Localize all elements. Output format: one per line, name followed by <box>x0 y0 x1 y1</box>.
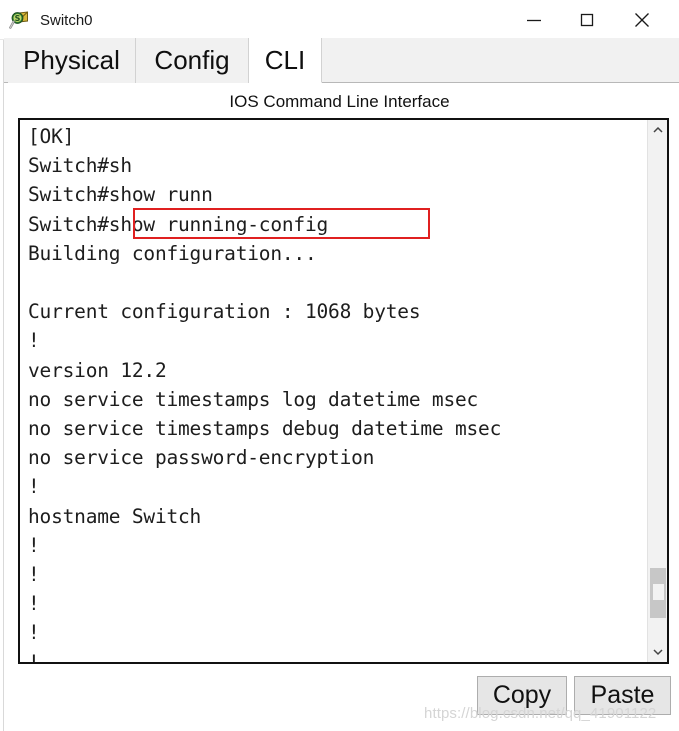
scrollbar-thumb[interactable] <box>650 568 666 618</box>
chevron-down-icon <box>652 647 664 657</box>
tab-cli[interactable]: CLI <box>249 38 322 83</box>
tab-strip: Physical Config CLI <box>4 38 679 83</box>
scrollbar-down-button[interactable] <box>648 642 667 662</box>
title-bar[interactable]: S Switch0 <box>0 0 679 40</box>
tab-config[interactable]: Config <box>136 38 249 83</box>
paste-button-label: Paste <box>590 681 655 709</box>
scrollbar-up-button[interactable] <box>648 120 667 140</box>
terminal-scrollbar[interactable] <box>647 120 667 662</box>
tab-physical[interactable]: Physical <box>8 38 136 83</box>
cli-panel: IOS Command Line Interface [OK] Switch#s… <box>4 83 679 731</box>
cli-heading: IOS Command Line Interface <box>229 92 450 111</box>
window-title: Switch0 <box>40 11 93 29</box>
paste-button[interactable]: Paste <box>574 676 671 715</box>
terminal-output-area[interactable]: [OK] Switch#sh Switch#show runn Switch#s… <box>18 118 669 664</box>
svg-text:S: S <box>15 14 21 23</box>
copy-button[interactable]: Copy <box>477 676 567 715</box>
chevron-up-icon <box>652 125 664 135</box>
tab-cli-label: CLI <box>264 44 306 75</box>
close-button[interactable] <box>619 0 665 40</box>
minimize-icon <box>525 11 543 29</box>
minimize-button[interactable] <box>511 0 557 40</box>
close-icon <box>632 10 652 30</box>
switch-device-icon: S <box>9 10 31 31</box>
title-bar-left-group: S Switch0 <box>9 0 93 40</box>
tab-physical-label: Physical <box>23 45 120 75</box>
maximize-icon <box>578 11 596 29</box>
copy-button-label: Copy <box>492 681 552 709</box>
maximize-button[interactable] <box>564 0 610 40</box>
tab-config-label: Config <box>154 45 230 75</box>
switch0-window: S Switch0 Physical Config CLI IOS Comman… <box>0 0 679 731</box>
terminal-text: [OK] Switch#sh Switch#show runn Switch#s… <box>28 125 502 664</box>
